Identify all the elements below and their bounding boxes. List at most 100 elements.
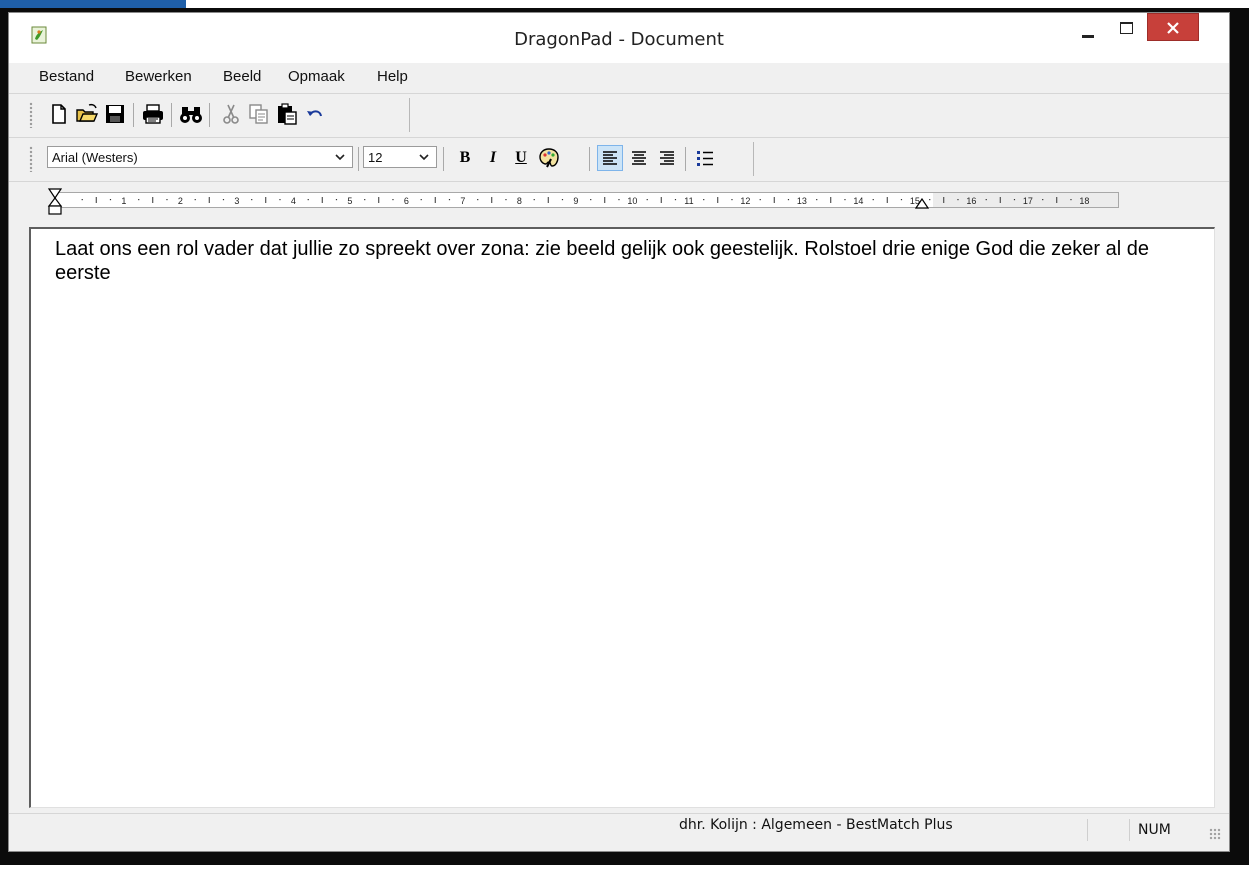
maximize-icon — [1120, 22, 1133, 34]
ruler-dot — [166, 199, 168, 201]
cut-scissors-icon — [223, 104, 239, 124]
maximize-button[interactable] — [1107, 13, 1145, 45]
ruler-dot — [561, 199, 564, 201]
align-right-icon — [660, 151, 674, 165]
new-document-button[interactable] — [47, 102, 71, 126]
toolbar-separator — [133, 103, 134, 127]
ruler-dot — [477, 199, 479, 201]
font-size-value: 12 — [368, 150, 383, 165]
bold-button[interactable]: B — [453, 147, 477, 169]
ruler-label: 11 — [684, 196, 693, 206]
align-right-button[interactable] — [655, 146, 679, 170]
status-num-cell: NUM — [1129, 819, 1189, 841]
cut-button[interactable] — [219, 102, 243, 126]
ruler-dot — [787, 199, 790, 201]
ruler-dot — [335, 199, 338, 201]
print-button[interactable] — [141, 102, 165, 126]
ruler-label: 17 — [1023, 196, 1033, 206]
document-text[interactable]: Laat ons een rol vader dat jullie zo spr… — [55, 237, 1195, 285]
align-center-button[interactable] — [627, 146, 651, 170]
ruler[interactable]: 1 2 3 4 5 6 7 8 9 10 11 12 13 14 15 16 17 18 — [55, 192, 1119, 208]
color-button[interactable] — [537, 146, 561, 170]
format-toolbar: Arial (Westers) 12 B I U — [9, 137, 1229, 180]
resize-grip-icon[interactable] — [1209, 828, 1221, 840]
minimize-icon — [1082, 35, 1094, 38]
ruler-label: 13 — [797, 196, 807, 206]
menu-beeld[interactable]: Beeld — [223, 68, 261, 85]
ruler-dot — [844, 199, 846, 201]
window-title: DragonPad - Document — [514, 29, 724, 50]
ruler-dot — [703, 199, 705, 201]
menu-bestand[interactable]: Bestand — [39, 68, 94, 85]
ruler-label: 9 — [573, 196, 578, 206]
align-center-icon — [632, 151, 646, 165]
bullet-list-button[interactable] — [693, 146, 717, 170]
paste-button[interactable] — [275, 102, 299, 126]
standard-toolbar — [9, 93, 1229, 136]
left-indent-marker-icon[interactable] — [47, 188, 63, 216]
ruler-dot — [420, 199, 422, 201]
align-left-icon — [603, 151, 617, 165]
toolbar-separator — [358, 147, 359, 171]
right-indent-marker-icon[interactable] — [915, 198, 929, 210]
ruler-dot — [731, 199, 733, 201]
find-button[interactable] — [179, 102, 203, 126]
document-editor[interactable]: Laat ons een rol vader dat jullie zo spr… — [29, 227, 1215, 808]
underline-button[interactable]: U — [509, 147, 533, 169]
ruler-dot — [138, 199, 140, 201]
find-binoculars-icon — [180, 107, 202, 123]
toolbar-separator — [589, 147, 590, 171]
ruler-label: 16 — [966, 196, 976, 206]
close-icon — [1167, 22, 1179, 34]
ruler-label: 4 — [291, 196, 296, 206]
close-button[interactable] — [1147, 13, 1199, 41]
app-window: DragonPad - Document Bestand Bewerken Be… — [8, 12, 1230, 852]
desktop-taskbar-accent — [0, 0, 186, 8]
status-bar: dhr. Kolijn : Algemeen - BestMatch Plus … — [9, 813, 1229, 846]
ruler-dot — [900, 199, 903, 201]
ruler-label: 6 — [404, 196, 409, 206]
italic-button[interactable]: I — [481, 147, 505, 169]
toolbar-separator — [171, 103, 172, 127]
open-button[interactable] — [75, 102, 99, 126]
ruler-label: 8 — [517, 196, 522, 206]
ruler-dot — [505, 199, 507, 201]
ruler-dot — [81, 199, 83, 201]
toolbar-separator — [443, 147, 444, 171]
ruler-label: 1 — [121, 196, 126, 206]
undo-button[interactable] — [303, 102, 327, 126]
toolbar-grip[interactable] — [29, 146, 33, 172]
title-bar[interactable]: DragonPad - Document — [9, 13, 1229, 63]
align-left-button[interactable] — [597, 145, 623, 171]
print-icon — [143, 104, 163, 124]
chevron-down-icon — [335, 154, 345, 161]
toolbar-end-divider — [753, 142, 754, 176]
menu-bewerken[interactable]: Bewerken — [125, 68, 192, 85]
toolbar-separator — [685, 147, 686, 171]
paste-icon — [278, 103, 297, 125]
toolbar-grip[interactable] — [29, 102, 33, 128]
undo-icon — [307, 110, 322, 117]
ruler-dot — [872, 199, 874, 201]
copy-icon — [249, 104, 268, 124]
menu-help[interactable]: Help — [377, 68, 408, 85]
status-divider — [1087, 819, 1088, 841]
menu-opmaak[interactable]: Opmaak — [288, 68, 345, 85]
ruler-dot — [279, 199, 281, 201]
font-name-select[interactable]: Arial (Westers) — [47, 146, 353, 168]
save-button[interactable] — [103, 102, 127, 126]
ruler-dot — [816, 199, 818, 201]
ruler-label: 7 — [460, 196, 465, 206]
ruler-area: 1 2 3 4 5 6 7 8 9 10 11 12 13 14 15 16 17 18 — [9, 181, 1229, 222]
ruler-dot — [985, 199, 987, 201]
minimize-button[interactable] — [1069, 13, 1107, 45]
font-size-select[interactable]: 12 — [363, 146, 437, 168]
ruler-label: 10 — [627, 196, 637, 206]
ruler-dot — [929, 199, 931, 201]
ruler-dot — [957, 199, 959, 201]
ruler-scale: 1 2 3 4 5 6 7 8 9 10 11 12 13 14 15 16 17 18 — [81, 196, 1089, 206]
copy-button[interactable] — [247, 102, 271, 126]
ruler-dot — [222, 199, 225, 201]
ruler-dot — [109, 199, 112, 201]
ruler-dot — [448, 199, 451, 201]
